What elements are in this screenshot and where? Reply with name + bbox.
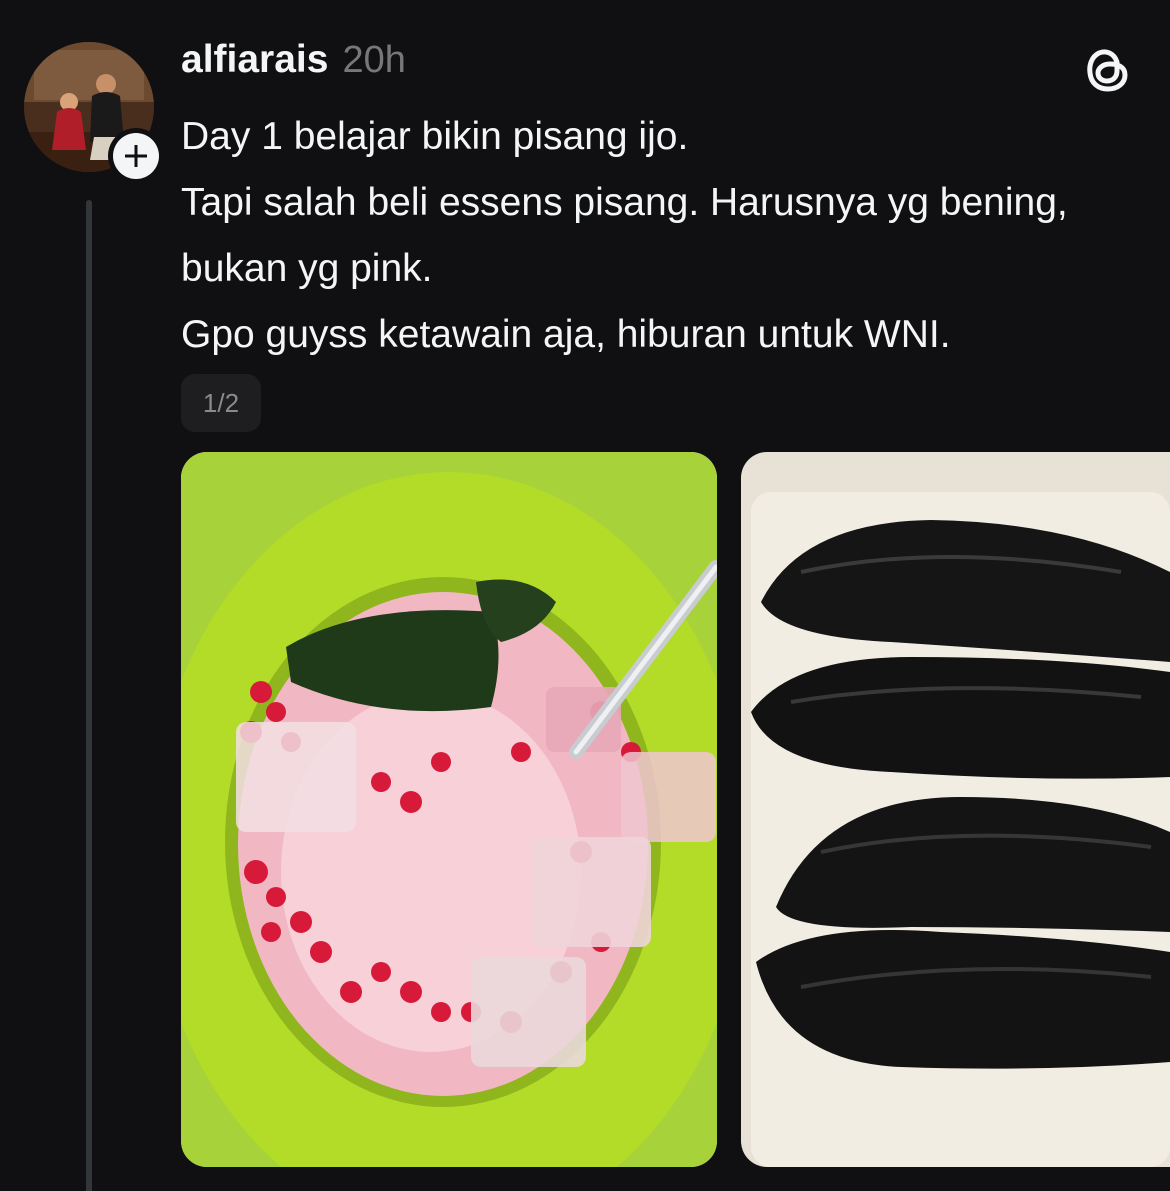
media-image-pisang-ijo-rolls[interactable] [741, 452, 1170, 1167]
post-line: Tapi salah beli essens pisang. Harusnya … [181, 181, 1068, 290]
post-body: Day 1 belajar bikin pisang ijo. Tapi sal… [181, 104, 1141, 368]
post-header: alfiarais 20h [181, 38, 406, 82]
post-line: Day 1 belajar bikin pisang ijo. [181, 115, 689, 158]
post-line: Gpo guyss ketawain aja, hiburan untuk WN… [181, 313, 951, 356]
thread-post: alfiarais 20h Day 1 belajar bikin pisang… [0, 0, 1170, 1191]
thread-line [86, 200, 92, 1191]
media-image-pisang-ijo-bowl[interactable] [181, 452, 717, 1167]
media-counter: 1/2 [181, 374, 261, 432]
threads-logo-icon[interactable] [1080, 42, 1134, 96]
timestamp[interactable]: 20h [342, 39, 405, 82]
username[interactable]: alfiarais [181, 38, 328, 82]
plus-icon [125, 145, 147, 167]
follow-button[interactable] [108, 128, 164, 184]
